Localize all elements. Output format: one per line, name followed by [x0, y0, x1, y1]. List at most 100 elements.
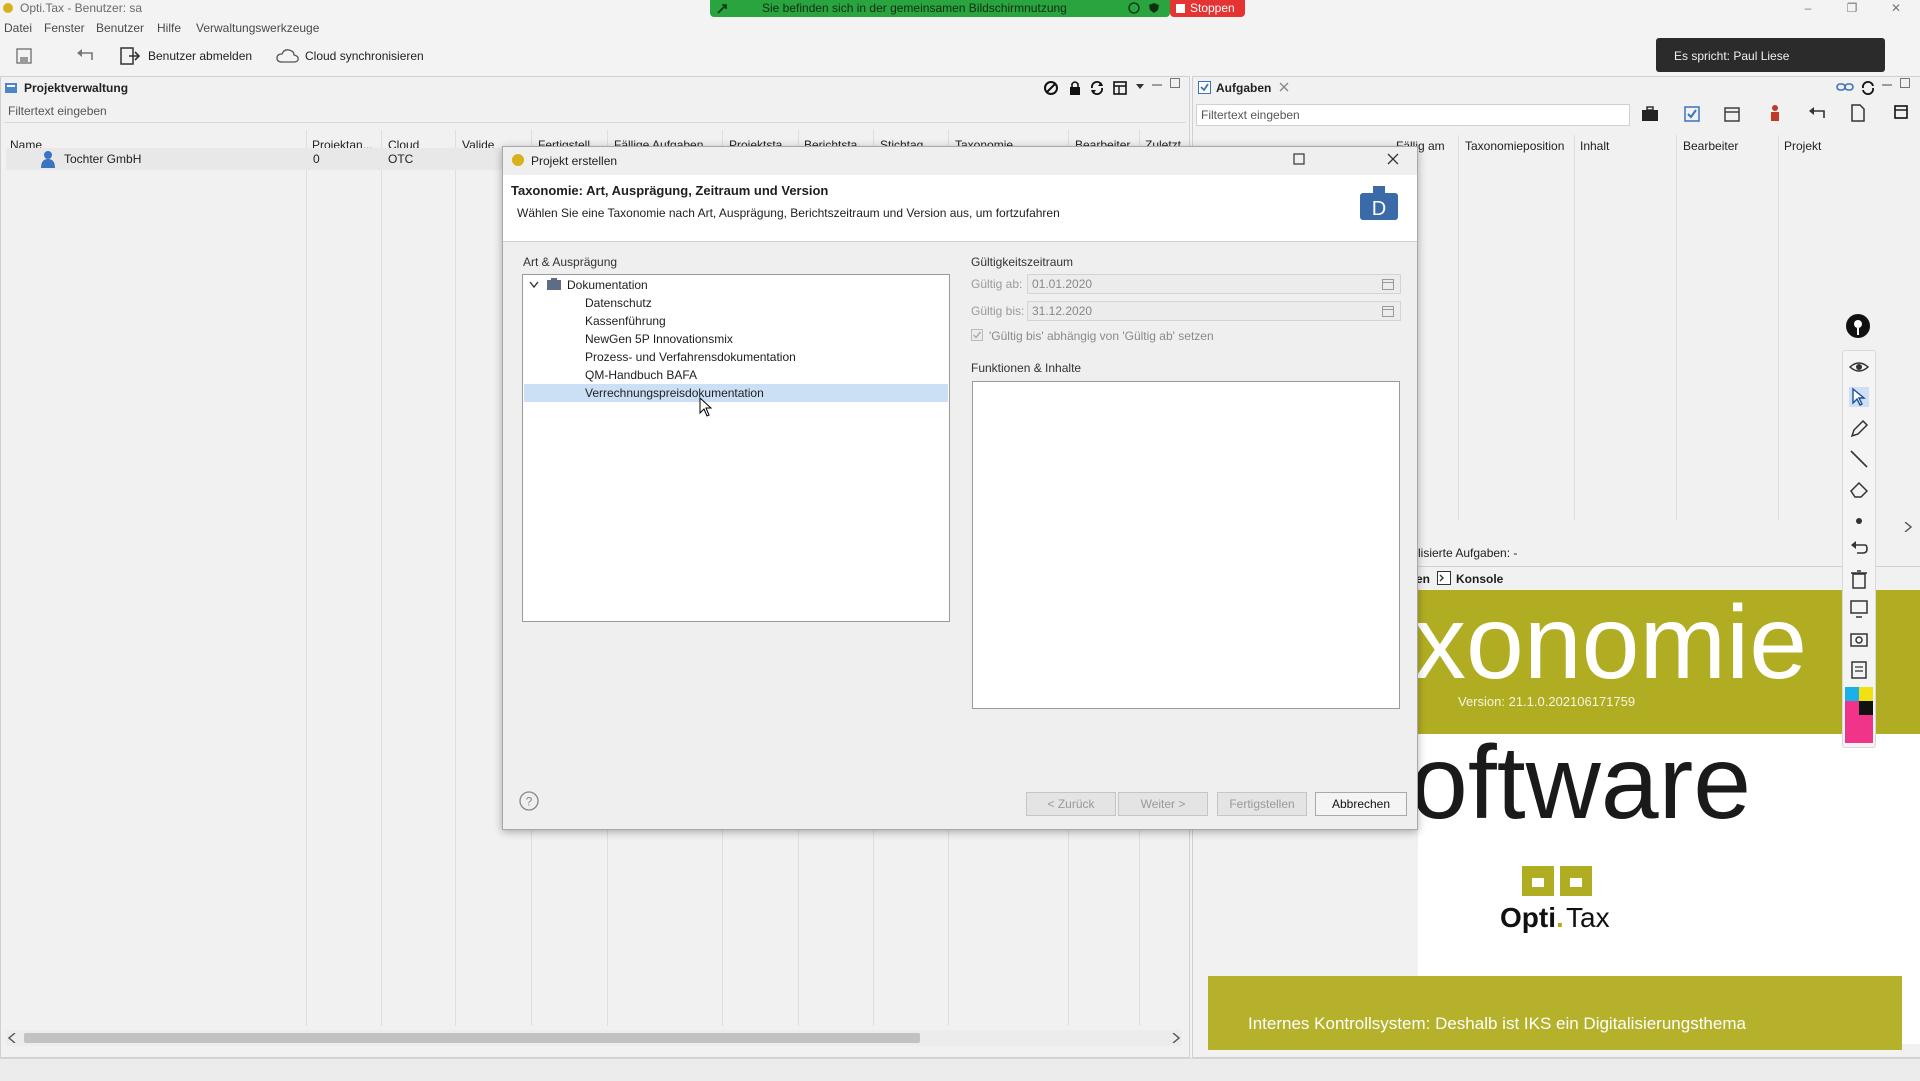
calendar-icon[interactable]	[1382, 305, 1394, 317]
tree-item-kassenfuehrung[interactable]: Kassenführung	[585, 312, 666, 330]
column-divider	[1676, 135, 1677, 520]
calendar-icon[interactable]	[1724, 106, 1740, 122]
maximize-view-icon[interactable]	[1900, 78, 1910, 88]
layout-icon[interactable]	[1113, 80, 1129, 96]
pointer-icon[interactable]	[1849, 387, 1869, 407]
tab-aufgaben[interactable]: Aufgaben	[1216, 81, 1271, 95]
valid-from-field[interactable]: 01.01.2020	[1027, 274, 1401, 294]
scroll-left-icon[interactable]	[8, 1033, 16, 1043]
project-filter-input[interactable]: Filtertext eingeben	[8, 104, 107, 118]
tree-item-verrechnungspreisdokumentation[interactable]: Verrechnungspreisdokumentation	[585, 384, 764, 402]
menu-datei[interactable]: Datei	[4, 21, 32, 35]
block-icon[interactable]	[1043, 80, 1059, 96]
maximize-view-icon[interactable]	[1170, 78, 1180, 88]
functions-list[interactable]	[972, 381, 1400, 709]
window-title: Opti.Tax - Benutzer: sa	[20, 1, 143, 15]
eye-icon[interactable]	[1849, 357, 1869, 377]
tree-root-dokumentation[interactable]: Dokumentation	[567, 276, 648, 294]
undo-icon[interactable]	[1808, 106, 1826, 120]
column-header-bearbeiter[interactable]: Bearbeiter	[1683, 135, 1738, 157]
close-tab-icon[interactable]	[1278, 81, 1290, 93]
tree-item-datenschutz[interactable]: Datenschutz	[585, 294, 652, 312]
dialog-description: Wählen Sie eine Taxonomie nach Art, Ausp…	[517, 206, 1060, 220]
monitor-icon[interactable]	[1849, 599, 1869, 619]
project-view-icon	[4, 81, 18, 95]
column-divider	[1574, 135, 1575, 520]
pin-location-icon[interactable]	[1845, 313, 1871, 343]
stop-share-button[interactable]: Stoppen	[1170, 0, 1245, 17]
maximize-button[interactable]: ❐	[1832, 0, 1872, 16]
view-menu-icon[interactable]	[1136, 84, 1144, 90]
menu-hilfe[interactable]: Hilfe	[157, 21, 181, 35]
clipboard-icon[interactable]	[1849, 659, 1869, 679]
refresh-icon[interactable]	[1860, 80, 1876, 96]
layout-icon[interactable]	[1894, 104, 1910, 120]
pin-icon[interactable]	[716, 3, 728, 15]
column-header-projekt[interactable]: Projekt	[1784, 135, 1821, 157]
minimize-view-icon[interactable]	[1882, 80, 1892, 90]
save-icon[interactable]	[16, 48, 32, 64]
person-flag-icon[interactable]	[1768, 104, 1782, 122]
next-button[interactable]: Weiter >	[1118, 792, 1208, 816]
tree-item-prozessdokumentation[interactable]: Prozess- und Verfahrensdokumentation	[585, 348, 796, 366]
user-icon	[40, 150, 56, 168]
menu-fenster[interactable]: Fenster	[44, 21, 85, 35]
minimize-view-icon[interactable]	[1152, 80, 1162, 90]
shield-icon[interactable]	[1148, 2, 1160, 14]
trash-icon[interactable]	[1849, 569, 1869, 589]
banner-version: Version: 21.1.0.202106171759	[1458, 694, 1636, 709]
valid-to-value: 31.12.2020	[1032, 304, 1093, 318]
scroll-right-icon[interactable]	[1904, 522, 1912, 532]
calendar-icon[interactable]	[1382, 278, 1394, 290]
eraser-icon[interactable]	[1849, 479, 1869, 499]
tasks-checkbox-icon	[1198, 81, 1211, 94]
menu-verwaltungswerkzeuge[interactable]: Verwaltungswerkzeuge	[196, 21, 319, 35]
scroll-right-icon[interactable]	[1172, 1033, 1180, 1043]
dot-icon[interactable]	[1849, 511, 1869, 531]
check-task-icon[interactable]	[1684, 106, 1700, 122]
camera-icon[interactable]	[1849, 629, 1869, 649]
menu-bar: Datei Fenster Benutzer Hilfe Verwaltungs…	[0, 19, 1920, 39]
lock-icon[interactable]	[1069, 80, 1081, 96]
valid-to-field[interactable]: 31.12.2020	[1027, 301, 1401, 321]
close-button[interactable]: ✕	[1876, 0, 1916, 16]
horizontal-scrollbar[interactable]	[6, 1030, 1182, 1046]
tasks-filter-input[interactable]: Filtertext eingeben	[1196, 104, 1630, 126]
help-icon[interactable]: ?	[519, 791, 539, 811]
refresh-icon[interactable]	[1089, 80, 1105, 96]
dialog-maximize-icon[interactable]	[1293, 153, 1305, 165]
column-divider	[1458, 135, 1459, 520]
undo-icon[interactable]	[76, 48, 94, 62]
main-toolbar: Benutzer abmelden Cloud synchronisieren	[0, 40, 1920, 72]
column-header-inhalt[interactable]: Inhalt	[1580, 135, 1609, 157]
document-icon[interactable]	[1850, 104, 1866, 122]
briefcase-icon[interactable]	[1641, 106, 1659, 122]
tree-item-newgen[interactable]: NewGen 5P Innovationsmix	[585, 330, 733, 348]
cancel-button[interactable]: Abbrechen	[1315, 792, 1407, 816]
opti-tax-logo-icon	[1522, 866, 1594, 902]
finish-button[interactable]: Fertigstellen	[1217, 792, 1307, 816]
brand-tax: Tax	[1566, 902, 1610, 933]
valid-from-label: Gültig ab:	[971, 277, 1023, 291]
pen-icon[interactable]	[1849, 419, 1869, 439]
cloud-icon	[276, 48, 300, 64]
taxonomy-tree[interactable]: Dokumentation Datenschutz Kassenführung …	[522, 274, 950, 622]
color-palette-icon[interactable]	[1845, 687, 1873, 743]
tab-projektverwaltung[interactable]: Projektverwaltung	[24, 81, 128, 95]
scrollbar-thumb[interactable]	[24, 1033, 920, 1043]
minimize-button[interactable]: –	[1788, 0, 1828, 16]
tree-item-qm-handbuch[interactable]: QM-Handbuch BAFA	[585, 366, 697, 384]
chevron-down-icon[interactable]	[529, 281, 539, 289]
cloud-sync-button[interactable]: Cloud synchronisieren	[276, 46, 436, 66]
pause-icon[interactable]	[1128, 2, 1140, 14]
undo-icon[interactable]	[1849, 539, 1869, 559]
menu-benutzer[interactable]: Benutzer	[96, 21, 144, 35]
column-header-taxonomieposition[interactable]: Taxonomieposition	[1465, 135, 1564, 157]
dialog-title: Projekt erstellen	[531, 154, 618, 168]
dialog-close-icon[interactable]	[1387, 153, 1399, 165]
line-icon[interactable]	[1849, 449, 1869, 469]
dependent-checkbox[interactable]	[971, 329, 983, 341]
back-button[interactable]: < Zurück	[1026, 792, 1116, 816]
link-icon[interactable]	[1836, 80, 1854, 94]
status-bar	[0, 1058, 1920, 1081]
